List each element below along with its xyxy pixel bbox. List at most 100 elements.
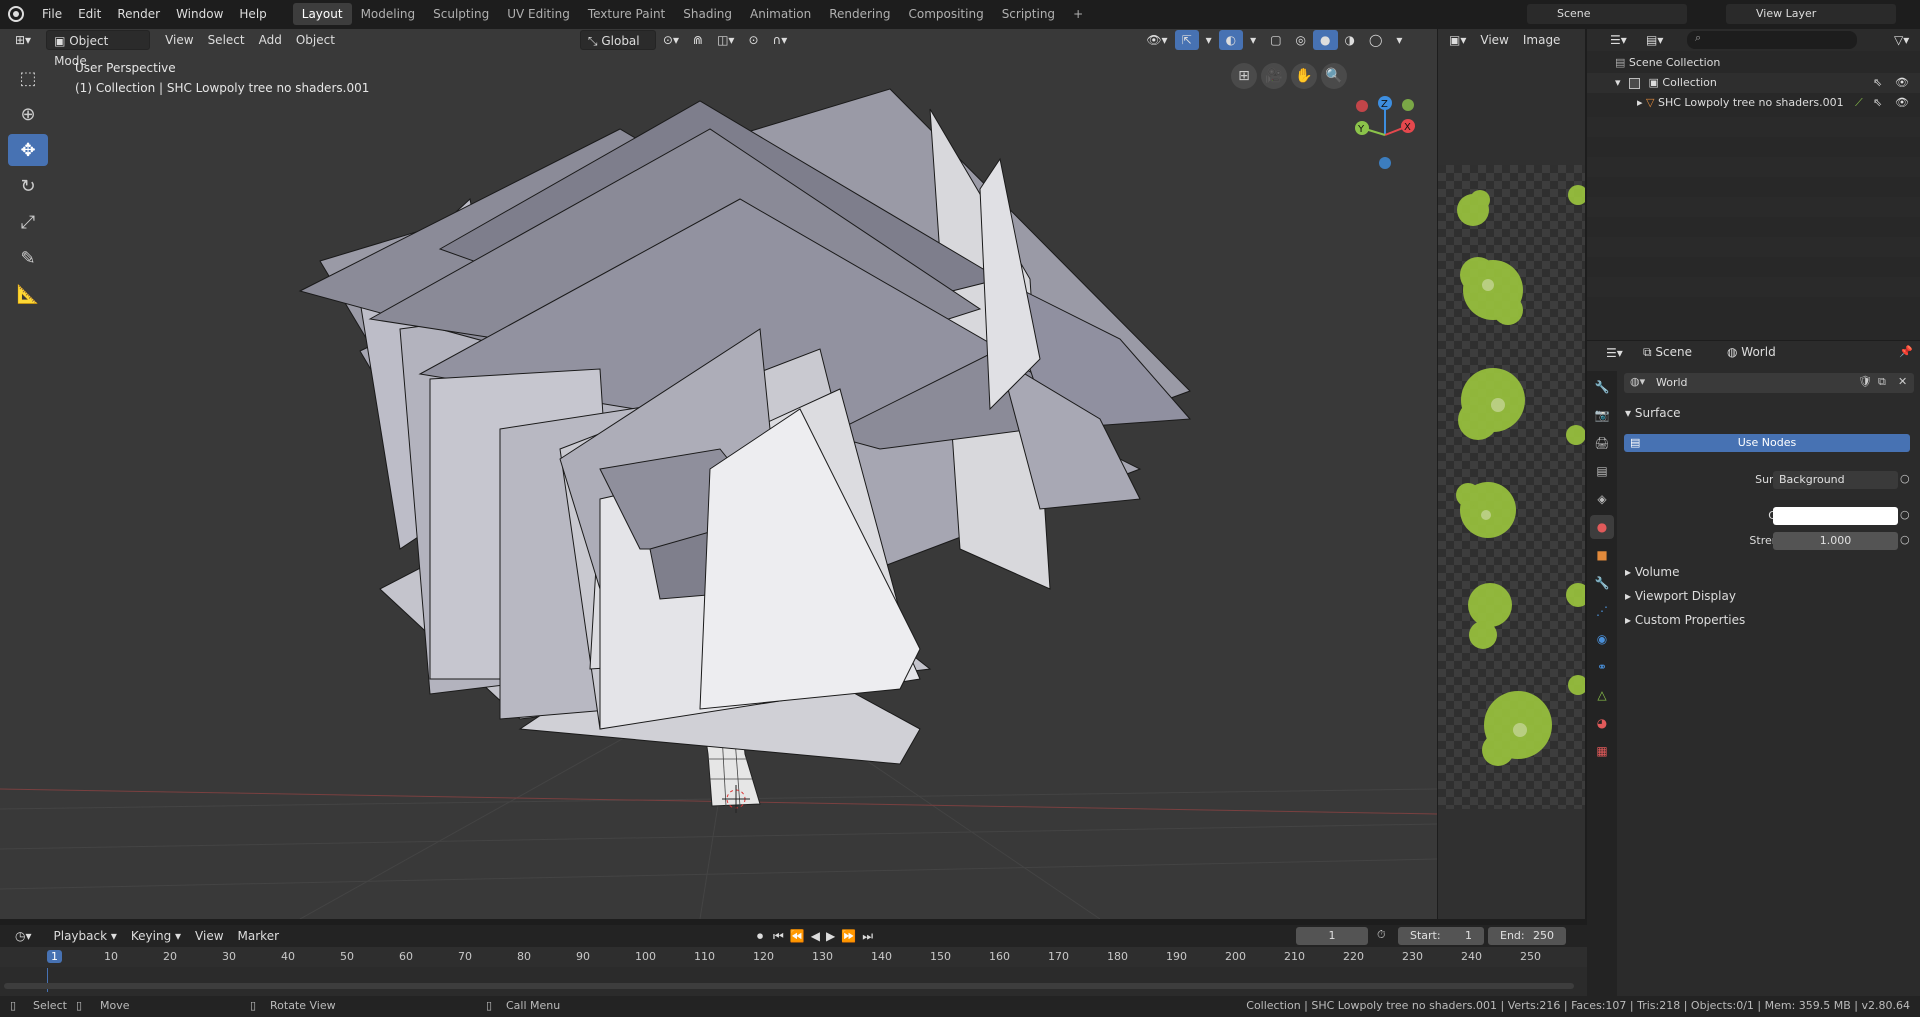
object-tab-icon[interactable]: ■: [1590, 543, 1614, 567]
wireframe-shading-icon[interactable]: ◎: [1289, 30, 1313, 50]
context-world[interactable]: ◍ World: [1727, 345, 1776, 359]
menu-window[interactable]: Window: [168, 3, 231, 25]
tab-animation[interactable]: Animation: [741, 3, 820, 25]
output-tab-icon[interactable]: 🖨: [1590, 431, 1614, 455]
eye-icon[interactable]: 👁: [1895, 93, 1909, 113]
navigation-gizmo[interactable]: Z X Y: [1355, 96, 1415, 169]
falloff-icon[interactable]: ∩▾: [766, 30, 795, 50]
scale-tool-icon[interactable]: ⤢: [8, 206, 48, 238]
expand-icon[interactable]: ▾: [1615, 76, 1624, 89]
tab-rendering[interactable]: Rendering: [820, 3, 899, 25]
socket-icon[interactable]: ○: [1900, 533, 1910, 546]
image-menu-view[interactable]: View: [1473, 30, 1515, 50]
select-toggle-icon[interactable]: ⇖: [1873, 93, 1882, 113]
xray-icon[interactable]: ▢: [1263, 30, 1288, 50]
overlay-options-icon[interactable]: ▾: [1243, 30, 1263, 50]
particles-tab-icon[interactable]: ⋰: [1590, 599, 1614, 623]
rotate-tool-icon[interactable]: ↻: [8, 170, 48, 202]
volume-panel-header[interactable]: ▸ Volume: [1625, 562, 1679, 582]
checkbox-icon[interactable]: [1629, 77, 1641, 89]
socket-icon[interactable]: ○: [1900, 472, 1910, 485]
menu-file[interactable]: File: [34, 3, 70, 25]
annotate-tool-icon[interactable]: ✎: [8, 242, 48, 274]
tool-tab-icon[interactable]: 🔧: [1590, 375, 1614, 399]
shading-options-icon[interactable]: ▾: [1389, 30, 1409, 50]
scene-selector[interactable]: Scene: [1527, 4, 1687, 24]
outliner-search-input[interactable]: ⌕: [1687, 31, 1857, 49]
editor-type-icon[interactable]: ⊞▾: [8, 30, 38, 50]
timeline-menu-view[interactable]: View: [188, 926, 230, 946]
menu-edit[interactable]: Edit: [70, 3, 109, 25]
play-icon[interactable]: ▶: [823, 926, 838, 946]
outliner[interactable]: ☰▾ ▤▾ ⌕ ▽▾ ▤ Scene Collection ▾ ▣ Collec…: [1587, 29, 1920, 340]
overlay-toggle-icon[interactable]: ◐: [1218, 30, 1244, 50]
context-scene[interactable]: ⧉ Scene: [1643, 345, 1692, 360]
play-reverse-icon[interactable]: ◀: [808, 926, 823, 946]
tab-layout[interactable]: Layout: [292, 3, 352, 25]
outliner-type-icon[interactable]: ☰▾: [1603, 30, 1634, 50]
outliner-row-scene-collection[interactable]: ▤ Scene Collection: [1587, 53, 1920, 73]
viewport-menu-select[interactable]: Select: [201, 30, 252, 50]
strength-field[interactable]: 1.000: [1773, 532, 1898, 550]
use-nodes-button[interactable]: ▤ Use Nodes: [1624, 434, 1910, 452]
expand-icon[interactable]: ▸: [1625, 589, 1635, 603]
properties-type-icon[interactable]: ☰▾: [1599, 343, 1630, 363]
pin-icon[interactable]: 📌: [1899, 345, 1913, 358]
display-mode-icon[interactable]: ▤▾: [1639, 30, 1670, 50]
record-icon[interactable]: ⏺: [750, 926, 770, 946]
gizmo-options-icon[interactable]: ▾: [1199, 30, 1219, 50]
expand-icon[interactable]: ▸: [1625, 613, 1635, 627]
filter-icon[interactable]: ▽▾: [1887, 30, 1916, 50]
timeline-menu-marker[interactable]: Marker: [231, 926, 286, 946]
pivot-point-icon[interactable]: ⊙▾: [656, 30, 686, 50]
socket-icon[interactable]: ○: [1900, 508, 1910, 521]
tab-sculpting[interactable]: Sculpting: [424, 3, 498, 25]
move-tool-icon[interactable]: ✥: [8, 134, 48, 166]
proportional-edit-icon[interactable]: ⊙: [741, 30, 765, 50]
eye-icon[interactable]: 👁: [1895, 73, 1909, 93]
select-toggle-icon[interactable]: ⇖: [1873, 73, 1882, 93]
view-layer-selector[interactable]: View Layer: [1726, 4, 1896, 24]
world-tab-icon[interactable]: ●: [1590, 515, 1614, 539]
world-datablock[interactable]: ◍▾ World 🛡 ⧉ ✕: [1624, 373, 1914, 393]
object-mode-dropdown[interactable]: ▣ Object Mode: [46, 30, 151, 68]
viewport-scene[interactable]: Z X Y: [0, 29, 1437, 919]
view-layer-tab-icon[interactable]: ▤: [1590, 459, 1614, 483]
cursor-tool-icon[interactable]: ⊕: [8, 98, 48, 130]
measure-tool-icon[interactable]: 📐: [8, 278, 48, 310]
tab-shading[interactable]: Shading: [674, 3, 741, 25]
viewport-menu-add[interactable]: Add: [252, 30, 289, 50]
tab-modeling[interactable]: Modeling: [352, 3, 425, 25]
tab-scripting[interactable]: Scripting: [993, 3, 1064, 25]
start-frame-field[interactable]: Start: 1: [1398, 927, 1484, 945]
viewport-menu-view[interactable]: View: [158, 30, 200, 50]
grid-view-icon[interactable]: ⊞: [1231, 63, 1257, 89]
current-frame-field[interactable]: 1: [1296, 927, 1368, 945]
blender-logo-icon[interactable]: [8, 6, 24, 22]
camera-view-icon[interactable]: 🎥: [1261, 63, 1287, 89]
image-editor-type-icon[interactable]: ▣▾: [1442, 30, 1473, 50]
tab-compositing[interactable]: Compositing: [899, 3, 992, 25]
timeline[interactable]: ◷▾ Playback ▾ Keying ▾ View Marker ⏺ ⏮ ⏪…: [0, 925, 1587, 996]
stopwatch-icon[interactable]: ⏱: [1377, 928, 1386, 942]
material-tab-icon[interactable]: ◕: [1590, 711, 1614, 735]
solid-shading-icon[interactable]: ●: [1313, 30, 1338, 50]
keying-menu[interactable]: Keying ▾: [124, 926, 188, 946]
outliner-row-collection[interactable]: ▾ ▣ Collection ⇖ 👁: [1587, 73, 1920, 93]
world-browse-icon[interactable]: ◍▾: [1630, 375, 1645, 388]
outliner-row-tree-object[interactable]: ▸ ▽ SHC Lowpoly tree no shaders.001 ⟋ ⇖ …: [1587, 93, 1920, 113]
surface-shader-dropdown[interactable]: Background: [1773, 471, 1898, 489]
tab-uv-editing[interactable]: UV Editing: [498, 3, 579, 25]
end-frame-field[interactable]: End: 250: [1488, 927, 1566, 945]
data-tab-icon[interactable]: △: [1590, 683, 1614, 707]
menu-render[interactable]: Render: [109, 3, 168, 25]
timeline-scrollbar[interactable]: [4, 983, 1574, 989]
expand-icon[interactable]: ▸: [1625, 565, 1635, 579]
scene-tab-icon[interactable]: ◈: [1590, 487, 1614, 511]
custom-properties-panel-header[interactable]: ▸ Custom Properties: [1625, 610, 1745, 630]
surface-panel-header[interactable]: ▾ Surface: [1625, 403, 1681, 423]
menu-help[interactable]: Help: [231, 3, 274, 25]
material-shading-icon[interactable]: ◑: [1338, 30, 1362, 50]
3d-viewport[interactable]: Z X Y ⊞▾ ▣ Object Mode View Select Add O…: [0, 29, 1437, 919]
world-name-field[interactable]: World: [1656, 376, 1688, 389]
